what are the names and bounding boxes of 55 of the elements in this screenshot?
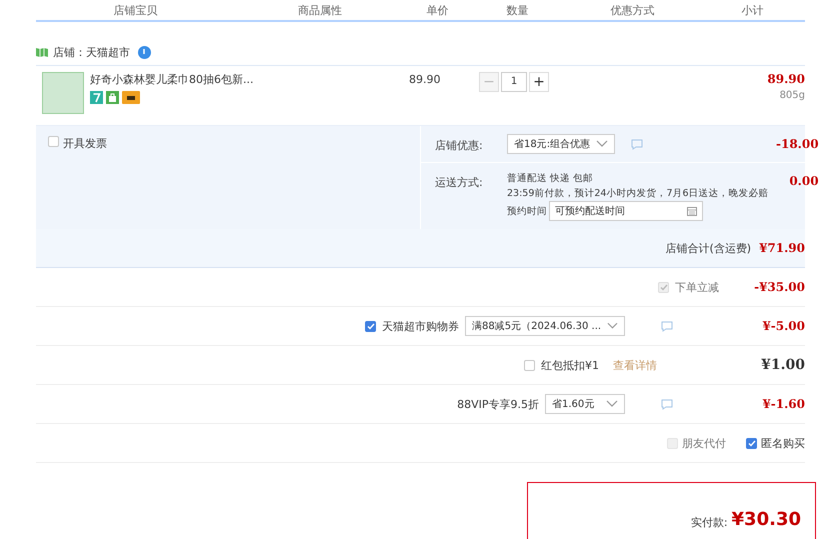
delivery-note: 23:59前付款，预计24小时内发货，7月6日送达，晚发必赔 [507,187,769,201]
shipping-amount: 0.00 [788,173,819,190]
shop-total-label: 店铺合计(含运费) [665,240,752,256]
increase-button[interactable]: + [529,72,549,92]
schedule-field[interactable]: 可预约配送时间 [549,201,703,221]
message-icon[interactable] [631,138,644,150]
shop-total-amount: ¥71.90 [759,241,805,255]
option-label: 朋友代付 [682,436,726,450]
discount-label: 下单立减 [675,280,719,294]
discount-amount: ¥-1.60 [761,397,805,411]
schedule-label: 预约时间 [507,204,547,218]
checkbox[interactable] [365,320,376,332]
payment-amount: ¥30.30 [732,509,801,530]
seven-day-icon [90,91,103,104]
message-icon[interactable] [661,320,673,332]
shop-icon [36,47,48,57]
quantity-field[interactable]: 1 [501,72,527,92]
discount-amount: ¥1.00 [760,357,805,373]
shop-discount-amount: -18.00 [775,136,819,153]
chevron-down-icon [607,322,618,330]
discount-amount: ¥-5.00 [761,319,805,333]
invoice-label: 开具发票 [63,136,107,151]
card-icon [122,91,140,104]
shipping-method: 普通配送 快递 包邮 [507,172,594,186]
item-weight: 805g [778,90,805,101]
payment-label: 实付款: [690,515,728,530]
discount-amount: -¥35.00 [753,280,805,294]
product-image[interactable] [42,72,84,114]
bag-icon [106,91,119,104]
discount-dropdown[interactable]: 省1.60元 [545,394,625,414]
column-header: 小计 [740,3,764,19]
discount-label: 天猫超市购物券 [382,318,459,334]
checkbox[interactable] [524,360,535,370]
column-header: 优惠方式 [610,3,656,19]
column-header: 单价 [426,3,450,19]
chevron-down-icon [596,140,608,148]
chevron-down-icon [606,400,618,408]
shop-discount-dropdown[interactable]: 省18元:组合优惠 [507,134,616,154]
message-icon[interactable] [661,398,673,410]
calendar-icon [687,206,697,216]
column-header: 数量 [506,3,530,19]
product-title[interactable]: 好奇小森林婴儿柔巾80抽6包新... [90,73,254,86]
column-header: 店铺宝贝 [112,3,158,19]
column-header: 商品属性 [297,3,343,19]
unit-price: 89.90 [409,72,442,88]
discount-dropdown[interactable]: 满88减5元（2024.06.30 ... [465,316,625,336]
item-subtotal: 89.90 [767,72,805,86]
shop-discount-label: 店铺优惠: [435,138,484,154]
option-label: 匿名购买 [761,436,805,450]
checkbox[interactable] [48,136,59,147]
discount-label: 红包抵扣¥1 [541,358,599,372]
shipping-label: 运送方式: [435,175,484,191]
checkbox[interactable] [746,438,757,448]
shop-name[interactable]: 店铺：天猫超市 [53,44,130,60]
discount-label: 88VIP专享9.5折 [457,396,539,412]
